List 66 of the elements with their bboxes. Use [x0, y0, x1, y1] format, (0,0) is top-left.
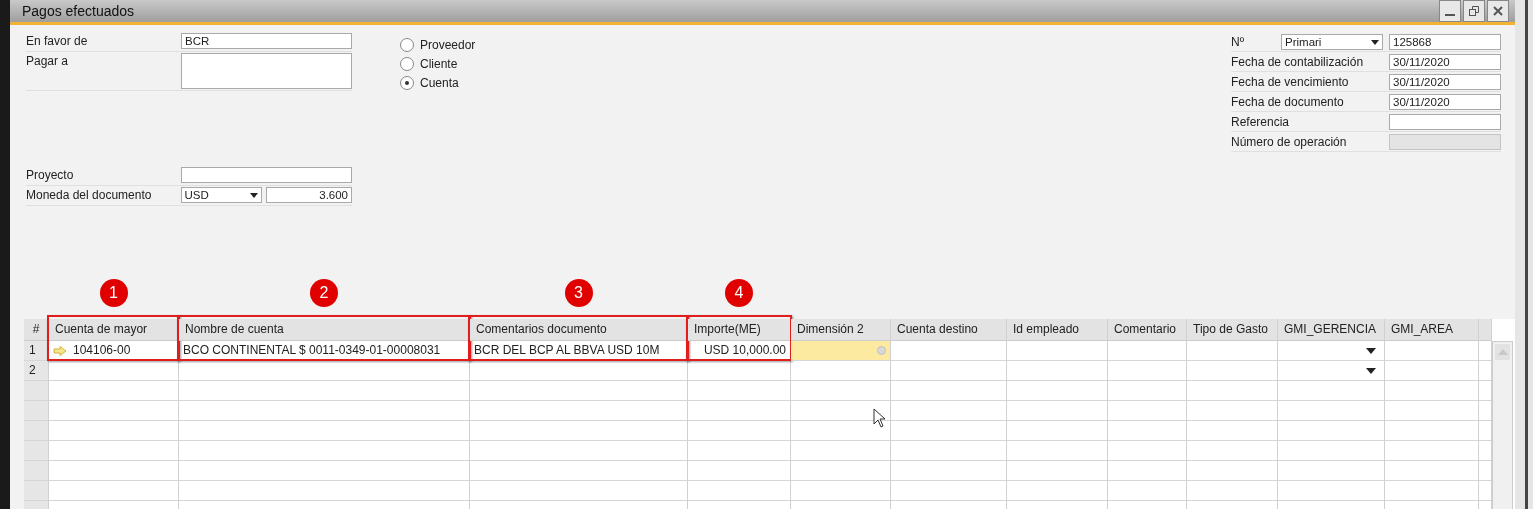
- table-cell[interactable]: BCR DEL BCP AL BBVA USD 10M: [470, 341, 687, 361]
- scrollbar[interactable]: [1492, 341, 1513, 509]
- column-header[interactable]: Cuenta de mayor: [49, 319, 178, 341]
- row-number: 2: [24, 361, 48, 381]
- column-header[interactable]: Dimensión 2: [791, 319, 890, 341]
- rate-field[interactable]: 3.600: [266, 187, 352, 203]
- close-button[interactable]: [1487, 0, 1509, 22]
- minimize-icon: [1445, 14, 1455, 16]
- input-field[interactable]: [1389, 114, 1501, 130]
- cursor-icon: [873, 408, 887, 428]
- input-field[interactable]: [181, 167, 352, 183]
- field-label: Referencia: [1231, 115, 1291, 129]
- column-header[interactable]: Nombre de cuenta: [179, 319, 469, 341]
- callout-badge: 4: [725, 279, 753, 307]
- column-header[interactable]: Comentarios documento: [470, 319, 687, 341]
- text-area[interactable]: [181, 53, 352, 89]
- scroll-up-button[interactable]: [1495, 344, 1510, 360]
- callout-badge: 2: [310, 279, 338, 307]
- close-icon: [1492, 5, 1504, 17]
- window-title: Pagos efectuados: [22, 3, 135, 19]
- currency-dropdown[interactable]: USD: [180, 187, 263, 203]
- field-label: Nº: [1231, 35, 1246, 49]
- input-field[interactable]: 125868: [1389, 34, 1501, 50]
- input-field[interactable]: BCR: [181, 33, 352, 49]
- callout-badge: 3: [564, 279, 593, 307]
- table-cell[interactable]: 104106-00: [49, 341, 178, 361]
- caret-icon: [1371, 39, 1379, 45]
- field-label: Pagar a: [26, 53, 70, 69]
- radio-option[interactable]: Cliente: [400, 54, 476, 73]
- radio-button[interactable]: [400, 56, 414, 71]
- column-header[interactable]: GMI_GERENCIA: [1278, 319, 1384, 341]
- radio-button[interactable]: [400, 75, 414, 90]
- arrow-icon: [53, 345, 67, 356]
- field-label: Número de operación: [1231, 135, 1348, 149]
- table-cell[interactable]: [791, 341, 890, 361]
- column-header[interactable]: Comentario: [1108, 319, 1186, 341]
- input-field[interactable]: 30/11/2020: [1389, 94, 1501, 110]
- series-dropdown[interactable]: Primari: [1281, 34, 1383, 50]
- radio-option[interactable]: Cuenta: [400, 73, 476, 92]
- field-label: Proyecto: [26, 167, 75, 183]
- input-field[interactable]: 30/11/2020: [1389, 54, 1501, 70]
- callout-badge: 1: [99, 279, 128, 307]
- field-label: Fecha de vencimiento: [1231, 75, 1350, 89]
- column-header[interactable]: GMI_AREA: [1385, 319, 1478, 341]
- table-cell[interactable]: BCO CONTINENTAL $ 0011-0349-01-00008031: [179, 341, 469, 361]
- radio-option[interactable]: Proveedor: [400, 35, 476, 54]
- column-header[interactable]: Importe(ME): [688, 319, 790, 341]
- field-label: Moneda del documento: [26, 187, 153, 203]
- field-label: Fecha de documento: [1231, 95, 1345, 109]
- column-header[interactable]: Cuenta destino: [891, 319, 1006, 341]
- caret-icon[interactable]: [1366, 368, 1376, 374]
- field-label: En favor de: [26, 33, 89, 49]
- field-label: Fecha de contabilización: [1231, 55, 1365, 69]
- column-header[interactable]: Tipo de Gasto: [1187, 319, 1277, 341]
- caret-icon: [250, 192, 259, 198]
- table-cell[interactable]: USD 10,000.00: [688, 341, 790, 361]
- caret-icon[interactable]: [1366, 348, 1376, 354]
- restore-button[interactable]: [1463, 0, 1485, 22]
- restore-icon: [1468, 5, 1480, 17]
- radio-button[interactable]: [400, 37, 414, 52]
- input-field[interactable]: 30/11/2020: [1389, 74, 1501, 90]
- link-button-icon[interactable]: [877, 346, 886, 355]
- column-header[interactable]: Id empleado: [1007, 319, 1107, 341]
- row-number: 1: [24, 341, 48, 361]
- scroll-up-icon: [1497, 349, 1508, 355]
- minimize-button[interactable]: [1439, 0, 1461, 22]
